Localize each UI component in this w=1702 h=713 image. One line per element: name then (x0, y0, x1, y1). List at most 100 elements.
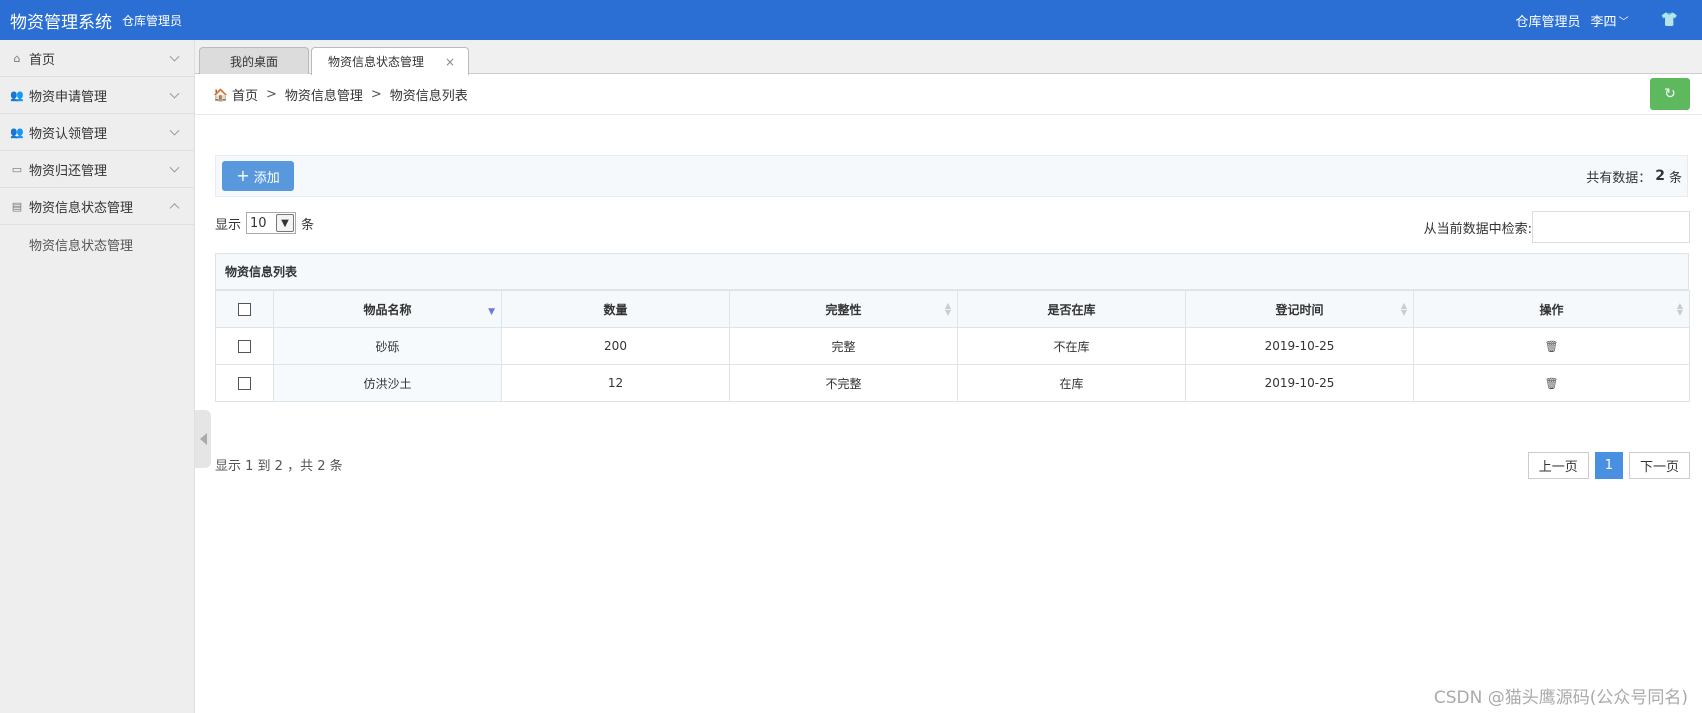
column-label: 操作 (1539, 302, 1564, 317)
sidebar-item-label: 物资归还管理 (29, 163, 108, 179)
sort-icon: ▲ ▼ (1676, 301, 1683, 317)
add-button[interactable]: + 添加 (222, 161, 294, 191)
sidebar-item-label: 物资认领管理 (29, 126, 108, 142)
chevron-down-icon (169, 88, 180, 99)
cell-qty: 12 (501, 364, 730, 402)
sidebar-item-label: 首页 (29, 52, 56, 68)
refresh-button[interactable]: ↻ (1650, 78, 1690, 110)
total-number: 2 (1655, 168, 1665, 184)
home-icon: 🏠 (213, 87, 228, 102)
column-header[interactable]: 操作 ▲ ▼ (1413, 290, 1690, 328)
column-label: 物品名称 (363, 302, 412, 317)
breadcrumb-separator: > (370, 87, 382, 102)
table-row: 仿洪沙土 12 不完整 在库 2019-10-25 🗑 (215, 364, 1690, 402)
refresh-icon: ↻ (1664, 86, 1676, 102)
column-header[interactable]: 是否在库 (957, 290, 1186, 328)
chevron-down-icon: ▼ (276, 214, 295, 232)
tab-desktop[interactable]: 我的桌面 (199, 47, 309, 74)
data-table: 物品名称 ▼ 数量 完整性 ▲ ▼ 是否在库 登记时间 ▲ ▼ 操作 ▲ ▼ 砂砾 200 完… (215, 290, 1690, 402)
length-prefix: 显示 (215, 217, 242, 233)
header-user-area: 仓库管理员 李四 ﹀ 👕 (1516, 0, 1678, 40)
trash-icon[interactable]: 🗑 (1545, 377, 1559, 390)
data-table-wrapper: 物资信息列表 物品名称 ▼ 数量 完整性 ▲ ▼ 是否在库 登记时间 ▲ ▼ 操作 ▲ ▼ (215, 253, 1690, 402)
search-input[interactable] (1532, 211, 1690, 243)
page-length-value: 10 (250, 215, 267, 231)
pagination: 上一页 1 下一页 (1527, 452, 1690, 479)
next-page-button[interactable]: 下一页 (1628, 452, 1690, 479)
table-icon: ▭ (11, 162, 23, 176)
watermark: CSDN @猫头鹰源码(公众号同名) (1433, 688, 1688, 708)
select-all-header (215, 290, 274, 328)
tab-label: 我的桌面 (229, 54, 278, 69)
row-select-cell (215, 364, 274, 402)
cell-date: 2019-10-25 (1185, 364, 1414, 402)
clipboard-icon: ▤ (11, 199, 23, 213)
page-length-control: 显示 10 ▼ 条 (215, 212, 314, 234)
sidebar-item-claim[interactable]: 👥 物资认领管理 (0, 114, 194, 151)
sidebar-item-return[interactable]: ▭ 物资归还管理 (0, 151, 194, 188)
page-length-select[interactable]: 10 ▼ (246, 212, 297, 234)
row-checkbox[interactable] (238, 377, 251, 390)
column-header[interactable]: 物品名称 ▼ (273, 290, 502, 328)
column-header[interactable]: 登记时间 ▲ ▼ (1185, 290, 1414, 328)
table-row: 砂砾 200 完整 不在库 2019-10-25 🗑 (215, 327, 1690, 365)
user-name: 李四 (1590, 14, 1617, 30)
submenu-item-status[interactable]: 物资信息状态管理 (0, 225, 194, 263)
column-header[interactable]: 数量 (501, 290, 730, 328)
chevron-down-icon (169, 51, 180, 62)
cell-actions: 🗑 (1413, 364, 1690, 402)
total-prefix: 共有数据： (1586, 170, 1652, 186)
role-subtitle: 仓库管理员 (122, 13, 183, 28)
close-icon[interactable]: × (445, 55, 455, 69)
sidebar-item-apply[interactable]: 👥 物资申请管理 (0, 77, 194, 114)
breadcrumb: 🏠 首页 > 物资信息管理 > 物资信息列表 (195, 75, 1702, 115)
total-count: 共有数据： 2 条 (1586, 156, 1682, 196)
tshirt-icon[interactable]: 👕 (1661, 12, 1678, 28)
column-header[interactable]: 完整性 ▲ ▼ (729, 290, 958, 328)
column-label: 数量 (603, 302, 628, 317)
trash-icon[interactable]: 🗑 (1545, 340, 1559, 353)
sort-icon: ▲ ▼ (944, 301, 951, 317)
add-button-label: 添加 (253, 170, 280, 186)
sidebar-item-status[interactable]: ▤ 物资信息状态管理 (0, 188, 194, 225)
sidebar-item-home[interactable]: ⌂ 首页 (0, 40, 194, 77)
chevron-up-icon (169, 203, 180, 214)
column-label: 是否在库 (1047, 302, 1096, 317)
chevron-down-icon (169, 162, 180, 173)
sidebar-item-label: 物资申请管理 (29, 89, 108, 105)
tab-label: 物资信息状态管理 (328, 55, 425, 69)
page-1-button[interactable]: 1 (1594, 452, 1623, 479)
total-suffix: 条 (1668, 170, 1682, 186)
sidebar-item-label: 物资信息状态管理 (29, 200, 134, 216)
home-icon: ⌂ (13, 51, 21, 65)
column-label: 完整性 (825, 302, 862, 317)
top-header: 物资管理系统 仓库管理员 仓库管理员 李四 ﹀ 👕 (0, 0, 1702, 40)
column-label: 登记时间 (1275, 302, 1324, 317)
user-menu[interactable]: 李四 ﹀ (1591, 11, 1629, 30)
tab-bar: 我的桌面 物资信息状态管理 × (195, 40, 1702, 75)
row-select-cell (215, 327, 274, 365)
chevron-down-icon: ﹀ (1618, 16, 1629, 28)
breadcrumb-home[interactable]: 首页 (232, 85, 258, 104)
prev-page-button[interactable]: 上一页 (1527, 452, 1589, 479)
select-all-checkbox[interactable] (238, 303, 251, 316)
table-info: 显示 1 到 2 ，共 2 条 (215, 459, 343, 474)
cell-integrity: 不完整 (729, 364, 958, 402)
table-search: 从当前数据中检索: (1424, 211, 1690, 243)
cell-actions: 🗑 (1413, 327, 1690, 365)
users-icon: 👥 (10, 88, 24, 102)
cell-qty: 200 (501, 327, 730, 365)
row-checkbox[interactable] (238, 340, 251, 353)
chevron-down-icon (169, 125, 180, 136)
breadcrumb-level1[interactable]: 物资信息管理 (285, 85, 363, 104)
table-header-row: 物品名称 ▼ 数量 完整性 ▲ ▼ 是否在库 登记时间 ▲ ▼ 操作 ▲ ▼ (215, 290, 1690, 328)
table-caption: 物资信息列表 (215, 253, 1689, 290)
users-icon: 👥 (10, 125, 24, 139)
role-label: 仓库管理员 (1515, 14, 1581, 30)
search-label: 从当前数据中检索: (1423, 221, 1532, 237)
cell-date: 2019-10-25 (1185, 327, 1414, 365)
sort-icon: ▲ ▼ (1400, 301, 1407, 317)
main-content: 我的桌面 物资信息状态管理 × 🏠 首页 > 物资信息管理 > 物资信息列表 ↻… (195, 40, 1702, 713)
tab-status-management[interactable]: 物资信息状态管理 × (311, 47, 469, 75)
app-title: 物资管理系统 (10, 12, 112, 33)
